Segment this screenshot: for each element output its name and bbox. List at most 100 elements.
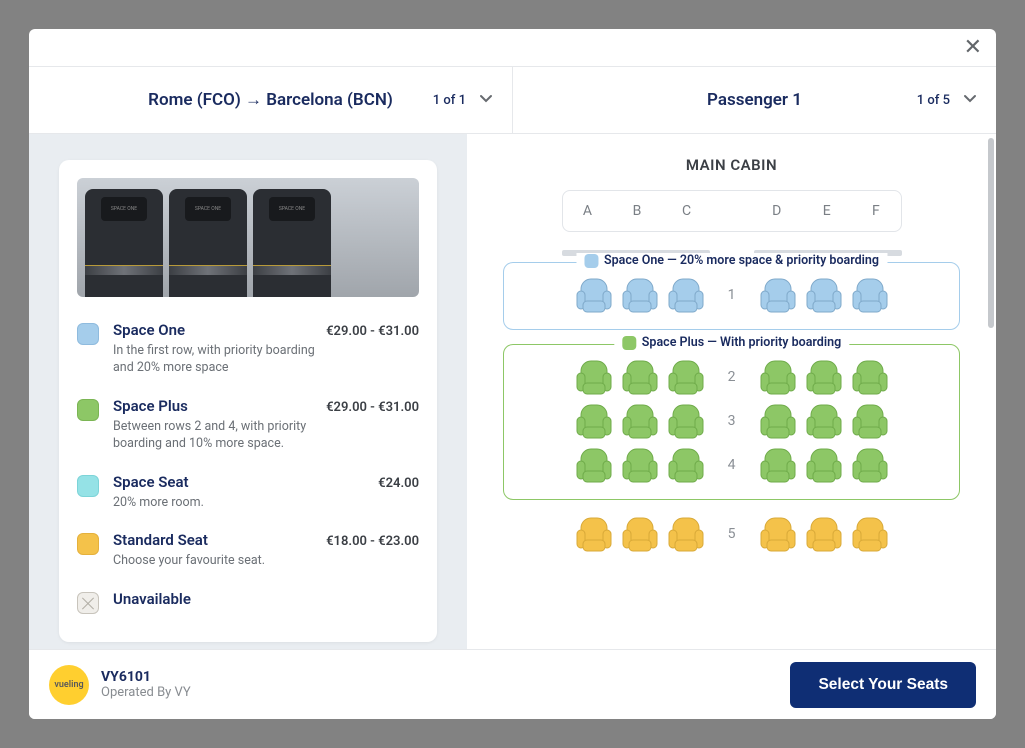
legend-item-unavailable: Unavailable [77, 580, 419, 624]
scrollbar[interactable] [988, 138, 994, 328]
flight-number: VY6101 [101, 669, 191, 685]
seat[interactable] [666, 357, 706, 397]
seat[interactable] [666, 514, 706, 554]
legend-name: Space One [113, 321, 185, 339]
column-headers: A B C D E F [562, 190, 902, 232]
seat[interactable] [804, 275, 844, 315]
legend-column: SPACE ONE SPACE ONE SPACE ONE Space One €… [29, 134, 467, 649]
column-label: E [823, 203, 831, 219]
seat[interactable] [666, 275, 706, 315]
legend-desc: Between rows 2 and 4, with priority boar… [113, 419, 333, 453]
seat[interactable] [758, 401, 798, 441]
column-label: A [583, 203, 592, 219]
route-title: Rome (FCO) → Barcelona (BCN) [148, 90, 393, 110]
row-number: 2 [712, 369, 752, 385]
modal-footer: vueling VY6101 Operated By VY Select You… [29, 649, 996, 719]
modal-body: SPACE ONE SPACE ONE SPACE ONE Space One €… [29, 134, 996, 649]
seat[interactable] [804, 445, 844, 485]
row-number: 3 [712, 413, 752, 429]
passenger-selector[interactable]: Passenger 1 1 of 5 [512, 67, 996, 133]
seat[interactable] [620, 401, 660, 441]
airline-logo: vueling [49, 665, 89, 705]
seat[interactable] [574, 401, 614, 441]
legend-name: Space Plus [113, 397, 188, 415]
seat[interactable] [804, 357, 844, 397]
legend-card: SPACE ONE SPACE ONE SPACE ONE Space One €… [59, 160, 437, 642]
legend-price: €29.00 - €31.00 [326, 324, 419, 339]
seat[interactable] [620, 275, 660, 315]
seat[interactable] [574, 357, 614, 397]
seat-row: 1 [514, 275, 949, 315]
seat[interactable] [758, 357, 798, 397]
cabin-title: MAIN CABIN [503, 156, 960, 174]
legend-name: Standard Seat [113, 531, 208, 549]
legend-swatch [77, 592, 99, 614]
modal-topbar: ✕ [29, 29, 996, 67]
legend-swatch [77, 399, 99, 421]
legend-name: Unavailable [113, 590, 191, 608]
zone-label: Space Plus — With priority boarding [614, 335, 849, 350]
row-number: 1 [712, 287, 752, 303]
row-number: 4 [712, 457, 752, 473]
seat-row: 5 [503, 514, 960, 554]
route-count: 1 of 1 [433, 93, 466, 108]
legend-swatch [77, 323, 99, 345]
legend-item-space_seat: Space Seat €24.00 20% more room. [77, 463, 419, 522]
legend-desc: Choose your favourite seat. [113, 553, 333, 570]
seat[interactable] [620, 357, 660, 397]
zone-space_one: Space One — 20% more space & priority bo… [503, 262, 960, 330]
seat-row: 4 [514, 445, 949, 485]
seat[interactable] [574, 514, 614, 554]
legend-item-space_one: Space One €29.00 - €31.00 In the first row… [77, 311, 419, 387]
zone-label: Space One — 20% more space & priority bo… [576, 253, 887, 268]
legend-item-space_plus: Space Plus €29.00 - €31.00 Between rows 2 … [77, 387, 419, 463]
legend-swatch [77, 475, 99, 497]
zone-space_plus: Space Plus — With priority boarding234 [503, 344, 960, 500]
chevron-down-icon [478, 90, 494, 110]
route-selector[interactable]: Rome (FCO) → Barcelona (BCN) 1 of 1 [29, 67, 512, 133]
seat[interactable] [850, 514, 890, 554]
seat-map: MAIN CABIN A B C D E F Space One — 20% more … [467, 134, 996, 649]
seat-selection-modal: ✕ Rome (FCO) → Barcelona (BCN) 1 of 1 Pa… [29, 29, 996, 719]
legend-price: €24.00 [378, 476, 419, 491]
legend-price: €18.00 - €23.00 [326, 534, 419, 549]
column-label: D [772, 203, 781, 219]
selector-bar: Rome (FCO) → Barcelona (BCN) 1 of 1 Pass… [29, 67, 996, 134]
seat[interactable] [574, 275, 614, 315]
seat[interactable] [850, 275, 890, 315]
seat[interactable] [666, 401, 706, 441]
seat[interactable] [574, 445, 614, 485]
column-label: C [682, 203, 691, 219]
seat[interactable] [758, 275, 798, 315]
select-seats-button[interactable]: Select Your Seats [790, 662, 976, 708]
close-icon[interactable]: ✕ [964, 37, 982, 59]
legend-swatch [77, 533, 99, 555]
chevron-down-icon [962, 90, 978, 110]
seat[interactable] [850, 401, 890, 441]
seat[interactable] [666, 445, 706, 485]
legend-name: Space Seat [113, 473, 189, 491]
legend-item-standard: Standard Seat €18.00 - €23.00 Choose your … [77, 521, 419, 580]
airline-brand: vueling VY6101 Operated By VY [49, 665, 191, 705]
seat[interactable] [758, 514, 798, 554]
legend-desc: 20% more room. [113, 495, 333, 512]
seat[interactable] [620, 514, 660, 554]
seat[interactable] [804, 514, 844, 554]
seat-map-column[interactable]: MAIN CABIN A B C D E F Space One — 20% more … [467, 134, 996, 649]
seat[interactable] [804, 401, 844, 441]
column-label: F [872, 203, 880, 219]
seat[interactable] [758, 445, 798, 485]
passenger-count: 1 of 5 [917, 93, 950, 108]
column-label: B [633, 203, 642, 219]
seat[interactable] [850, 445, 890, 485]
seat-photo: SPACE ONE SPACE ONE SPACE ONE [77, 178, 419, 297]
seat-row: 2 [514, 357, 949, 397]
passenger-title: Passenger 1 [707, 90, 802, 110]
row-number: 5 [712, 526, 752, 542]
seat-row: 3 [514, 401, 949, 441]
legend-price: €29.00 - €31.00 [326, 400, 419, 415]
legend-desc: In the first row, with priority boarding… [113, 343, 333, 377]
seat[interactable] [620, 445, 660, 485]
seat[interactable] [850, 357, 890, 397]
operated-by: Operated By VY [101, 685, 191, 700]
